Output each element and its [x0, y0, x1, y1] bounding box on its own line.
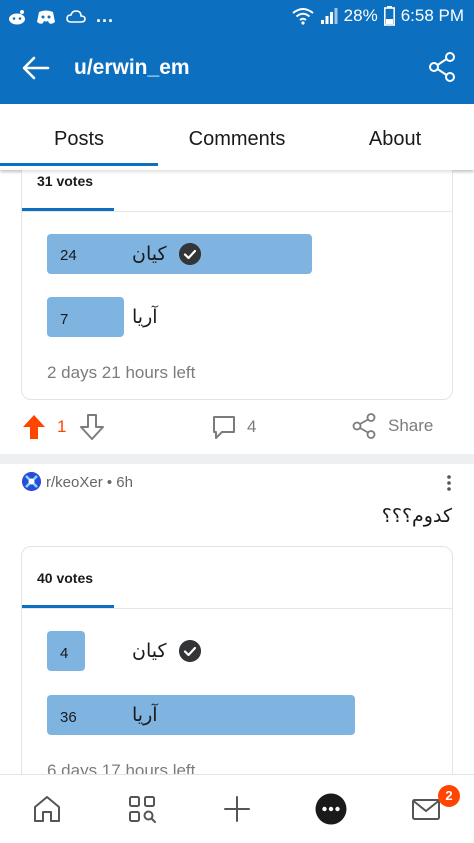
- poll-option-label: کیان: [132, 640, 167, 662]
- divider: [22, 608, 452, 609]
- battery-percent: 28%: [343, 6, 378, 25]
- profile-tabs-overlay: Posts Comments About: [0, 104, 474, 170]
- nav-chat[interactable]: [301, 775, 361, 843]
- check-icon: [179, 243, 201, 265]
- app-header: u/erwin_em: [0, 32, 474, 104]
- poll-option-label: آریا: [132, 704, 158, 726]
- divider: [22, 211, 452, 212]
- notification-icons: ...: [8, 6, 114, 27]
- poll-time-left: 2 days 21 hours left: [47, 363, 196, 382]
- poll-option-bar[interactable]: [47, 297, 124, 337]
- comment-bubble-icon: [213, 416, 235, 439]
- discover-icon: [129, 796, 156, 823]
- poll-card: 40 votes 4 کیان 36 آریا 6 days 17 hours …: [21, 546, 453, 808]
- subreddit-avatar-icon: [22, 472, 41, 491]
- post-meta[interactable]: r/keoXer • 6h: [46, 474, 133, 491]
- cloud-icon: [66, 9, 86, 23]
- poll-option-label: آریا: [132, 306, 158, 328]
- more-options-icon[interactable]: [446, 474, 452, 492]
- share-icon: [352, 413, 376, 439]
- home-icon: [34, 796, 60, 822]
- poll-option-count: 24: [60, 247, 77, 264]
- comment-count: 4: [247, 417, 257, 436]
- clock: 6:58 PM: [400, 6, 464, 25]
- nav-create-post[interactable]: [207, 775, 267, 843]
- active-tab-indicator: [0, 163, 158, 166]
- poll-option-count: 4: [60, 645, 69, 662]
- subreddit-avatar[interactable]: [22, 472, 41, 491]
- poll-option-label: کیان: [132, 243, 167, 265]
- wifi-icon: [292, 8, 314, 25]
- battery-icon: [383, 6, 395, 26]
- upvote-count: 1: [57, 417, 67, 436]
- signal-icon: [320, 8, 338, 24]
- downvote-arrow-icon: [80, 414, 104, 440]
- chat-icon: [315, 793, 347, 825]
- nav-discover[interactable]: [112, 775, 172, 843]
- post-title[interactable]: کدوم؟؟؟: [382, 505, 452, 527]
- poll-option-bar[interactable]: [47, 695, 355, 735]
- poll-option-count: 7: [60, 311, 69, 328]
- bottom-navigation: [0, 774, 474, 843]
- nav-home[interactable]: [17, 775, 77, 843]
- tab-about[interactable]: About: [316, 128, 474, 151]
- check-icon: [179, 640, 201, 662]
- discord-icon: [37, 10, 55, 24]
- share-icon[interactable]: [428, 52, 456, 82]
- back-arrow-icon[interactable]: [20, 52, 52, 84]
- create-post-icon: [224, 796, 250, 822]
- more-notifications: ...: [96, 6, 115, 26]
- comments-button[interactable]: 4: [211, 414, 256, 440]
- tab-posts[interactable]: Posts: [0, 128, 158, 151]
- post-actions: 1 4 Share: [0, 400, 474, 454]
- poll-card: 31 votes 24 کیان 7 آریا 2 days 21 hours …: [21, 150, 453, 400]
- share-button[interactable]: Share: [352, 413, 433, 439]
- poll-vote-count: 40 votes: [37, 570, 94, 586]
- upvote-arrow-icon: [23, 415, 45, 439]
- reddit-icon: [9, 9, 25, 24]
- status-bar: ... 28% 6:58 PM: [0, 0, 474, 32]
- post-separator: [0, 454, 474, 464]
- upvote-button[interactable]: [22, 414, 46, 440]
- page-title: u/erwin_em: [74, 56, 190, 79]
- share-label: Share: [388, 416, 434, 435]
- downvote-button[interactable]: [80, 414, 104, 440]
- poll-option-count: 36: [60, 709, 77, 726]
- poll-vote-count: 31 votes: [37, 173, 94, 189]
- inbox-badge: 2: [438, 785, 460, 807]
- tab-comments[interactable]: Comments: [158, 128, 316, 151]
